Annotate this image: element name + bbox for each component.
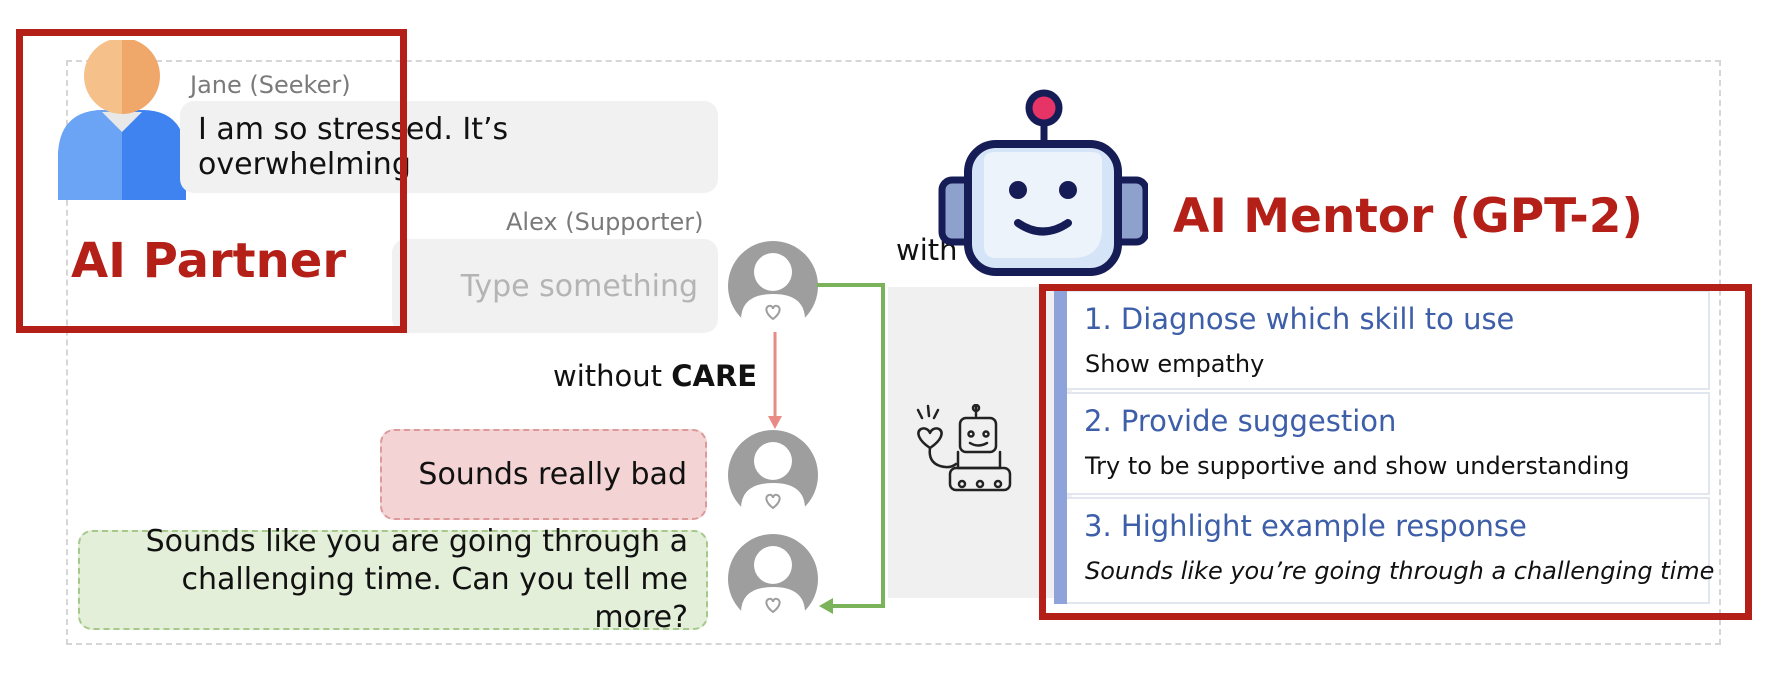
without-care-bold: CARE xyxy=(671,359,758,393)
ai-mentor-callout-box xyxy=(1039,284,1752,620)
robot-heart-icon xyxy=(916,404,1012,492)
ai-partner-title: AI Partner xyxy=(71,233,347,289)
response-with-care-line1: Sounds like you are going through a xyxy=(145,524,688,559)
without-prefix: without xyxy=(553,359,672,393)
arrow-icon xyxy=(768,332,782,429)
avatar-icon xyxy=(728,534,818,625)
avatar-icon xyxy=(728,241,818,332)
avatar-icon xyxy=(728,430,818,521)
robot-icon xyxy=(938,89,1148,276)
arrow-icon xyxy=(817,283,885,614)
response-with-care-line2: challenging time. Can you tell me more? xyxy=(181,562,689,635)
input-placeholder: Type something xyxy=(460,268,698,304)
response-without-care-bubble: Sounds really bad xyxy=(380,429,707,520)
response-with-care-bubble: Sounds like you are going through a chal… xyxy=(78,524,708,635)
supporter-name: Alex (Supporter) xyxy=(506,208,704,236)
response-without-care-text: Sounds really bad xyxy=(418,457,687,492)
message-input[interactable]: Type something xyxy=(392,239,718,333)
ai-mentor-title: AI Mentor (GPT-2) xyxy=(1173,189,1643,244)
without-care-label: without CARE xyxy=(553,359,757,393)
